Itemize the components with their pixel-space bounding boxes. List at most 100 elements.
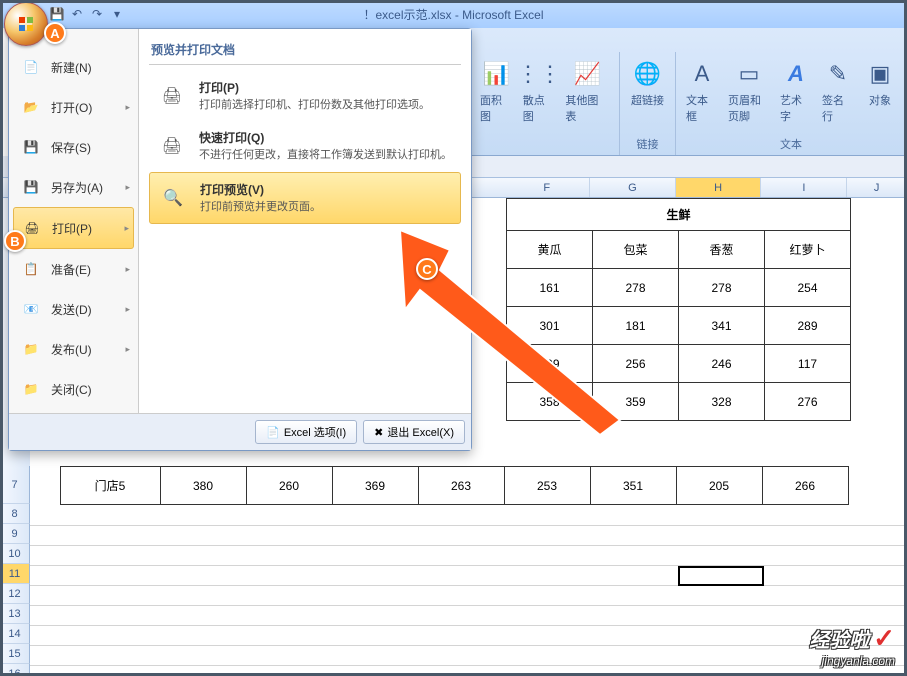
cell[interactable]: 266 [762,467,848,505]
open-icon: 📂 [19,95,43,119]
cell[interactable]: 359 [593,383,679,421]
qat-dropdown-icon[interactable]: ▾ [108,5,126,23]
row-header[interactable]: 16 [0,664,30,676]
chevron-right-icon: ▸ [125,182,130,193]
ribbon-label: 散点图 [523,92,556,124]
menu-save[interactable]: 💾保存(S) [13,127,134,167]
menu-label: 发布(U) [51,341,92,358]
save-icon[interactable]: 💾 [48,5,66,23]
table-header[interactable]: 黄瓜 [507,231,593,269]
ribbon-label: 签名行 [822,92,854,124]
cell[interactable]: 263 [418,467,504,505]
col-header[interactable]: I [761,178,847,197]
exit-excel-button[interactable]: ✖退出 Excel(X) [363,420,465,444]
submenu-title: 预览并打印文档 [149,37,461,65]
textbox-button[interactable]: A文本框 [682,56,722,126]
cell[interactable]: 301 [507,307,593,345]
office-button[interactable] [4,2,48,46]
cell[interactable]: 341 [679,307,765,345]
chevron-right-icon: ▸ [125,344,130,355]
menu-publish[interactable]: 📁发布(U)▸ [13,329,134,369]
ribbon-label: 对象 [869,92,891,108]
col-header[interactable]: G [590,178,676,197]
sub-desc: 打印前预览并更改页面。 [200,200,321,215]
row7-table: 门店5 380 260 369 263 253 351 205 266 [30,466,849,505]
row-header[interactable]: 15 [0,644,30,664]
cell[interactable]: 260 [246,467,332,505]
excel-options-button[interactable]: 📄Excel 选项(I) [255,420,357,444]
watermark-text: 经验啦 [809,624,869,653]
cell[interactable]: 380 [160,467,246,505]
cell[interactable]: 门店5 [60,467,160,505]
object-button[interactable]: ▣对象 [860,56,900,126]
cell[interactable]: 369 [332,467,418,505]
menu-new[interactable]: 📄新建(N) [13,47,134,87]
menu-saveas[interactable]: 💾另存为(A)▸ [13,167,134,207]
cell[interactable]: 253 [504,467,590,505]
sub-print[interactable]: 🖨 打印(P)打印前选择打印机、打印份数及其他打印选项。 [149,71,461,121]
area-chart-button[interactable]: 📊面积图 [476,56,517,126]
signature-button[interactable]: ✎签名行 [818,56,858,126]
cell[interactable]: 181 [593,307,679,345]
wordart-button[interactable]: A艺术字 [776,56,816,126]
menu-prepare[interactable]: 📋准备(E)▸ [13,249,134,289]
cell[interactable]: 276 [765,383,851,421]
cell[interactable]: 117 [765,345,851,383]
cell[interactable]: 328 [679,383,765,421]
menu-open[interactable]: 📂打开(O)▸ [13,87,134,127]
row-header[interactable]: 9 [0,524,30,544]
table-header[interactable]: 包菜 [593,231,679,269]
header-footer-button[interactable]: ▭页眉和页脚 [724,56,774,126]
cell[interactable]: 254 [765,269,851,307]
menu-print[interactable]: 🖨打印(P)▸ [13,207,134,249]
cell[interactable]: 256 [593,345,679,383]
table-title[interactable]: 生鲜 [507,199,851,231]
menu-label: 准备(E) [51,261,91,278]
cell[interactable]: 246 [679,345,765,383]
table-header[interactable]: 香葱 [679,231,765,269]
chevron-right-icon: ▸ [125,264,130,275]
ribbon-label: 面积图 [480,92,513,124]
row-header[interactable]: 11 [0,564,30,584]
watermark: 经验啦✓ jingyanla.com [809,623,895,668]
office-menu-right: 预览并打印文档 🖨 打印(P)打印前选择打印机、打印份数及其他打印选项。 🖨 快… [139,29,471,413]
close-icon: 📁 [19,377,43,401]
col-header[interactable]: F [504,178,590,197]
row-header[interactable]: 7 [0,466,30,504]
selected-cell[interactable] [678,566,764,586]
menu-close[interactable]: 📁关闭(C) [13,369,134,409]
scatter-chart-button[interactable]: ⋮⋮散点图 [519,56,560,126]
cell[interactable]: 278 [593,269,679,307]
cell[interactable]: 309 [507,345,593,383]
textbox-icon: A [686,58,718,90]
table-header[interactable]: 红萝卜 [765,231,851,269]
cell[interactable]: 358 [507,383,593,421]
col-header[interactable]: H [676,178,762,197]
row-header[interactable]: 10 [0,544,30,564]
header-footer-icon: ▭ [733,58,765,90]
undo-icon[interactable]: ↶ [68,5,86,23]
office-menu-footer: 📄Excel 选项(I) ✖退出 Excel(X) [9,413,471,450]
redo-icon[interactable]: ↷ [88,5,106,23]
sub-print-preview[interactable]: 🔍 打印预览(V)打印前预览并更改页面。 [149,172,461,224]
other-charts-button[interactable]: 📈其他图表 [561,56,613,126]
globe-icon: 🌐 [632,58,664,90]
menu-label: 打印(P) [52,220,92,237]
saveas-icon: 💾 [19,175,43,199]
menu-send[interactable]: 📧发送(D)▸ [13,289,134,329]
area-chart-icon: 📊 [480,58,512,90]
cell[interactable]: 205 [676,467,762,505]
row-header[interactable]: 12 [0,584,30,604]
cell[interactable]: 289 [765,307,851,345]
cell[interactable]: 278 [679,269,765,307]
cell[interactable]: 161 [507,269,593,307]
ribbon-label: 页眉和页脚 [728,92,770,124]
sub-quick-print[interactable]: 🖨 快速打印(Q)不进行任何更改，直接将工作簿发送到默认打印机。 [149,121,461,171]
cell[interactable]: 351 [590,467,676,505]
row-header[interactable]: 14 [0,624,30,644]
row-header[interactable]: 13 [0,604,30,624]
hyperlink-button[interactable]: 🌐超链接 [627,56,668,110]
col-header[interactable]: J [847,178,907,197]
title-bar: 💾 ↶ ↷ ▾ ！excel示范.xlsx - Microsoft Excel [0,0,907,28]
row-header[interactable]: 8 [0,504,30,524]
